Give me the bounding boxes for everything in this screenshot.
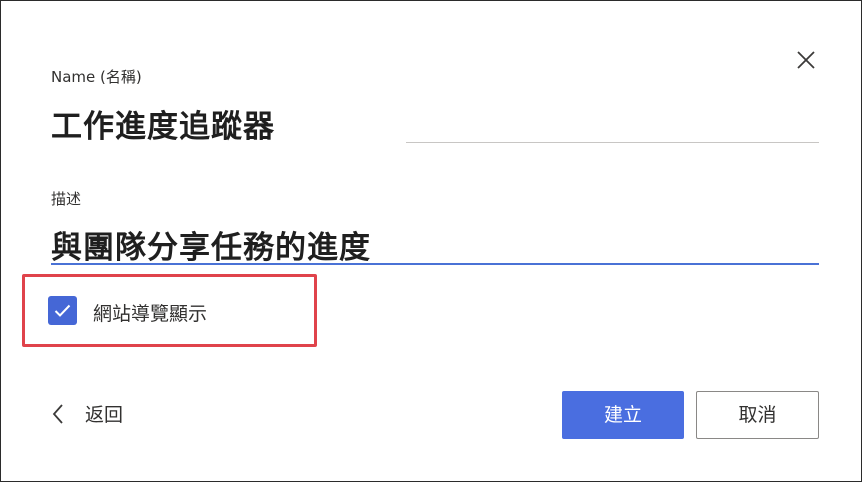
create-site-dialog: Name (名稱) 工作進度追蹤器 描述 與團隊分享任務的進度 網站導覽顯示 返… — [0, 0, 862, 482]
show-in-site-navigation-checkbox[interactable] — [48, 296, 77, 325]
back-button-label: 返回 — [85, 404, 124, 426]
create-button[interactable]: 建立 — [562, 391, 684, 439]
close-button[interactable] — [794, 48, 818, 72]
description-field-label: 描述 — [51, 190, 82, 208]
name-input-underline — [406, 142, 819, 143]
chevron-left-icon — [52, 404, 63, 424]
name-field-label: Name (名稱) — [51, 68, 142, 86]
description-input-underline — [51, 263, 819, 265]
close-icon — [797, 51, 815, 69]
show-in-site-navigation-label[interactable]: 網站導覽顯示 — [93, 299, 207, 326]
name-input[interactable]: 工作進度追蹤器 — [51, 101, 275, 146]
cancel-button[interactable]: 取消 — [696, 391, 819, 439]
description-input[interactable]: 與團隊分享任務的進度 — [51, 222, 371, 267]
checkmark-icon — [54, 304, 71, 317]
